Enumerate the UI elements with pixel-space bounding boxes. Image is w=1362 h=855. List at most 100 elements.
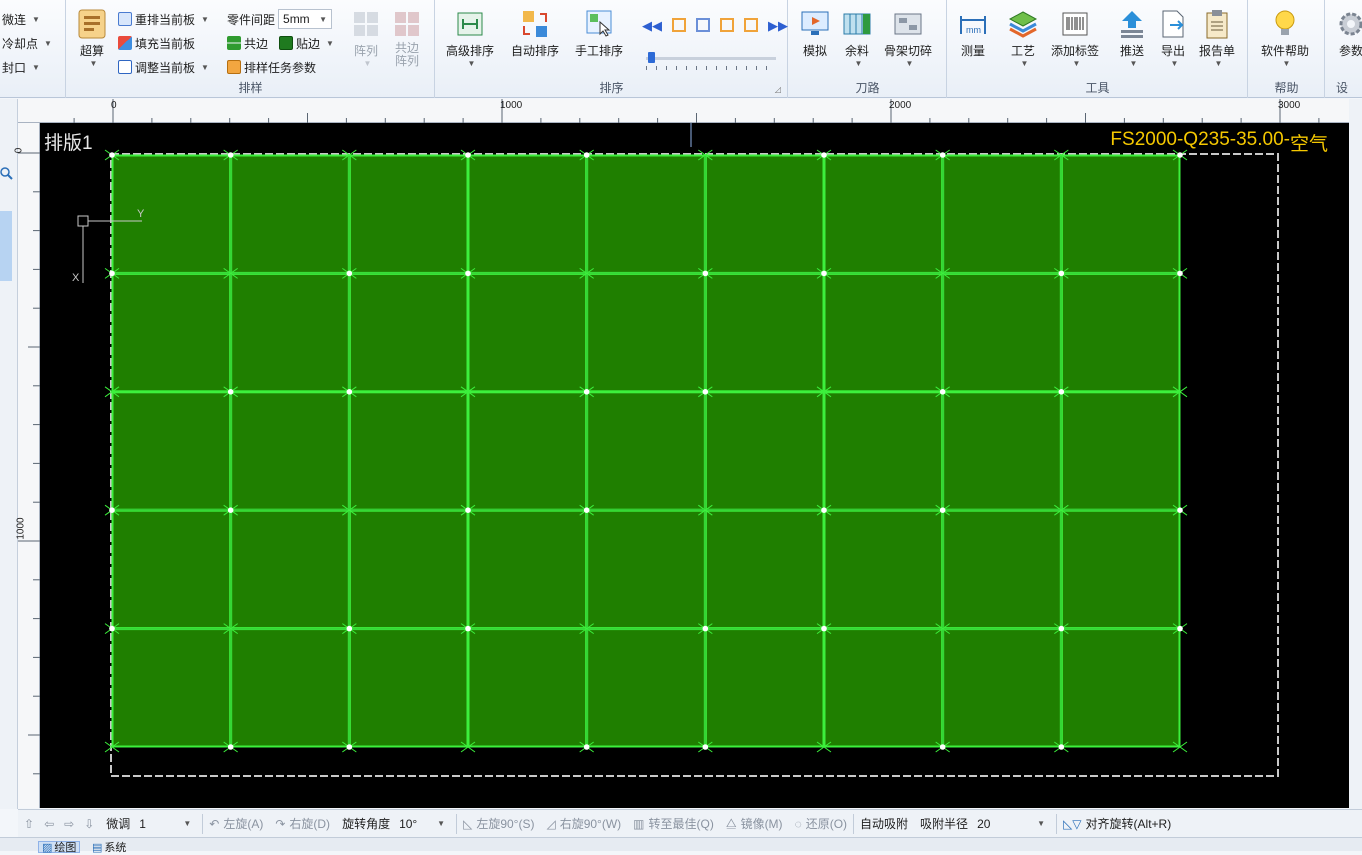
- nested-part[interactable]: [112, 629, 231, 747]
- mirror-button[interactable]: ⧋ 镜像(M): [720, 815, 789, 832]
- skeleton-cut-button[interactable]: 骨架切碎 ▼: [884, 8, 932, 68]
- nested-part[interactable]: [824, 155, 943, 273]
- add-label-button[interactable]: 添加标签 ▼: [1051, 8, 1099, 68]
- sort-progress-slider[interactable]: [646, 52, 776, 72]
- nested-part[interactable]: [1061, 155, 1180, 273]
- array-button[interactable]: 阵列 ▼: [351, 8, 381, 68]
- nested-part[interactable]: [705, 155, 824, 273]
- nested-part[interactable]: [1061, 392, 1180, 510]
- step-next-icon[interactable]: [744, 18, 758, 32]
- nesting-canvas[interactable]: Y X 排版1 FS2000-Q235-35.00- 空气: [40, 123, 1349, 808]
- rotate-best-button[interactable]: ▥ 转至最佳(Q): [627, 815, 720, 832]
- params-button[interactable]: 参数: [1336, 8, 1362, 59]
- nested-part[interactable]: [824, 629, 943, 747]
- restore-button[interactable]: ◌ 还原(O): [789, 815, 853, 832]
- snap-radius-select[interactable]: 20 ▼: [972, 814, 1050, 834]
- common-edge-button[interactable]: 共边: [227, 33, 268, 53]
- nested-part[interactable]: [1061, 273, 1180, 392]
- tab-drawing[interactable]: ▨ 绘图: [38, 841, 81, 854]
- nested-part[interactable]: [468, 629, 587, 747]
- nested-part[interactable]: [705, 510, 824, 629]
- step-icon[interactable]: [696, 18, 710, 32]
- first-step-icon[interactable]: ◀◀: [642, 18, 662, 34]
- nested-part[interactable]: [349, 510, 468, 629]
- right-scroll-area[interactable]: [1349, 99, 1362, 809]
- arrow-left-icon[interactable]: ⇦: [44, 817, 54, 831]
- nested-part[interactable]: [587, 392, 705, 510]
- nested-part[interactable]: [587, 629, 705, 747]
- nested-part[interactable]: [824, 510, 943, 629]
- nested-part[interactable]: [468, 510, 587, 629]
- nested-part[interactable]: [587, 273, 705, 392]
- fine-tune-select[interactable]: 1 ▼: [134, 814, 196, 834]
- nested-part[interactable]: [705, 273, 824, 392]
- remnant-button[interactable]: 余料 ▼: [842, 8, 872, 68]
- nested-part[interactable]: [112, 273, 231, 392]
- nested-part[interactable]: [824, 273, 943, 392]
- step-back-icon[interactable]: [672, 18, 686, 32]
- part-spacing-select[interactable]: 5mm ▼: [278, 9, 333, 29]
- tab-system[interactable]: ▤ 系统: [92, 841, 126, 855]
- advanced-sort-button[interactable]: 高级排序 ▼: [446, 8, 494, 68]
- report-button[interactable]: 报告单 ▼: [1199, 8, 1235, 68]
- nested-part[interactable]: [112, 510, 231, 629]
- nested-part[interactable]: [587, 155, 705, 273]
- nested-part[interactable]: [943, 629, 1061, 747]
- process-button[interactable]: 工艺 ▼: [1008, 8, 1038, 68]
- nested-part[interactable]: [587, 510, 705, 629]
- nested-part[interactable]: [231, 155, 349, 273]
- nested-part[interactable]: [943, 155, 1061, 273]
- nested-part[interactable]: [943, 510, 1061, 629]
- nested-part[interactable]: [112, 155, 231, 273]
- nested-part[interactable]: [468, 392, 587, 510]
- micro-joint-button[interactable]: 微连 ▼: [2, 9, 40, 29]
- common-edge-array-button[interactable]: 共边阵列: [392, 8, 422, 68]
- nested-part[interactable]: [705, 392, 824, 510]
- nested-part[interactable]: [468, 273, 587, 392]
- export-button[interactable]: 导出 ▼: [1158, 8, 1188, 68]
- auto-snap-toggle[interactable]: 自动吸附: [854, 815, 914, 832]
- cooling-point-button[interactable]: 冷却点 ▼: [2, 33, 52, 53]
- nested-part[interactable]: [231, 629, 349, 747]
- step-forward-icon[interactable]: [720, 18, 734, 32]
- nested-part[interactable]: [1061, 629, 1180, 747]
- nest-task-params-button[interactable]: 排样任务参数: [227, 57, 316, 77]
- simulate-button[interactable]: 模拟: [800, 8, 830, 59]
- nested-part[interactable]: [468, 155, 587, 273]
- nested-part[interactable]: [231, 392, 349, 510]
- rotate-right-button[interactable]: ↷ 右旋(D): [269, 815, 336, 832]
- nested-part[interactable]: [349, 629, 468, 747]
- nested-part[interactable]: [231, 273, 349, 392]
- sheet-drawing[interactable]: [40, 123, 1349, 808]
- super-calc-button[interactable]: 超算 ▼: [77, 8, 107, 68]
- nested-part[interactable]: [943, 273, 1061, 392]
- nested-part[interactable]: [943, 392, 1061, 510]
- nested-part[interactable]: [349, 273, 468, 392]
- nested-part[interactable]: [112, 392, 231, 510]
- fill-current-button[interactable]: 填充当前板: [118, 33, 195, 53]
- rotate-angle-select[interactable]: 10° ▼: [394, 814, 450, 834]
- seal-button[interactable]: 封口 ▼: [2, 57, 40, 77]
- auto-sort-button[interactable]: 自动排序: [511, 8, 559, 59]
- push-button[interactable]: 推送 ▼: [1117, 8, 1147, 68]
- adjust-current-button[interactable]: 调整当前板 ▼: [118, 57, 209, 77]
- nested-part[interactable]: [349, 155, 468, 273]
- rotate-right-90-button[interactable]: ◿ 右旋90°(W): [540, 815, 627, 832]
- measure-button[interactable]: mm 测量: [958, 8, 988, 59]
- last-step-icon[interactable]: ▶▶: [768, 18, 788, 34]
- magnifier-icon[interactable]: [0, 163, 14, 183]
- software-help-button[interactable]: 软件帮助 ▼: [1261, 8, 1309, 68]
- nested-part[interactable]: [231, 510, 349, 629]
- manual-sort-button[interactable]: 手工排序: [575, 8, 623, 59]
- arrow-up-icon[interactable]: ⇧: [24, 817, 34, 831]
- nested-part[interactable]: [705, 629, 824, 747]
- renest-current-button[interactable]: 重排当前板 ▼: [118, 9, 209, 29]
- align-rotate-button[interactable]: ◺▽ 对齐旋转(Alt+R): [1057, 815, 1177, 832]
- nested-part[interactable]: [349, 392, 468, 510]
- nested-part[interactable]: [1061, 510, 1180, 629]
- rotate-left-90-button[interactable]: ◺ 左旋90°(S): [457, 815, 540, 832]
- arrow-down-icon[interactable]: ⇩: [84, 817, 94, 831]
- rotate-left-button[interactable]: ↶ 左旋(A): [203, 815, 269, 832]
- slider-thumb[interactable]: [648, 52, 656, 63]
- stick-edge-button[interactable]: 贴边 ▼: [279, 33, 334, 53]
